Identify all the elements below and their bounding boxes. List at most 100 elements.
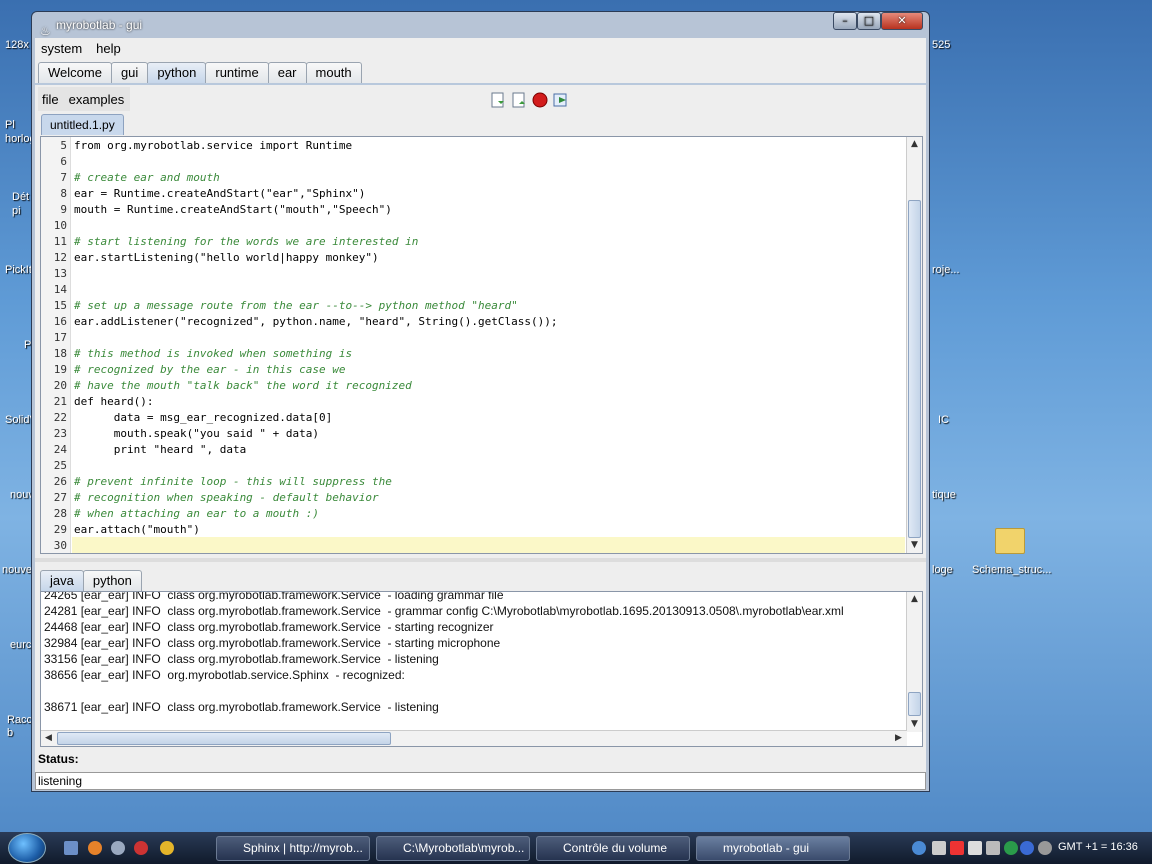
log-vertical-scrollbar[interactable]: ▲ ▼ (906, 592, 922, 732)
scroll-up-icon[interactable]: ▲ (907, 592, 922, 607)
tab-mouth[interactable]: mouth (305, 62, 362, 83)
code-editor[interactable]: 5 6 7 8 9 10 11 12 13 14 15 16 17 18 19 20 21 22 23 24 25 26 2… (40, 136, 923, 554)
code-line: # have the mouth "talk back" the word it… (74, 379, 412, 392)
status-value: listening (35, 772, 926, 790)
desktop-label[interactable]: IC (938, 414, 949, 426)
app-icon[interactable] (134, 841, 148, 855)
stop-icon[interactable] (532, 92, 548, 108)
desktop-label[interactable]: Racc b (7, 714, 32, 740)
title-bar[interactable]: ♨ myrobotlab - gui – □ ✕ (32, 12, 929, 38)
taskbar-item-chrome[interactable]: Sphinx | http://myrob... (216, 836, 370, 861)
menu-file[interactable]: file (42, 92, 59, 107)
app-window: ♨ myrobotlab - gui – □ ✕ system help Wel… (31, 11, 930, 792)
line-number: 5 (60, 139, 67, 152)
chrome-icon[interactable] (160, 841, 174, 855)
scroll-thumb[interactable] (908, 200, 921, 538)
line-number: 18 (53, 347, 67, 360)
desktop-label[interactable]: Pl horloge (5, 118, 42, 146)
tab-ear[interactable]: ear (267, 62, 307, 83)
line-number: 8 (60, 187, 67, 200)
tab-welcome[interactable]: Welcome (38, 62, 112, 83)
line-number: 17 (53, 331, 67, 344)
minimize-button[interactable]: – (833, 12, 857, 30)
window-title: myrobotlab - gui (56, 18, 143, 32)
log-horizontal-scrollbar[interactable]: ◀ ▶ (41, 730, 907, 746)
log-line: 24265 [ear_ear] INFO class org.myrobotla… (44, 591, 504, 602)
desktop-label[interactable]: loge (932, 564, 953, 576)
log-console[interactable]: 24265 [ear_ear] INFO class org.myrobotla… (40, 591, 923, 747)
scroll-up-icon[interactable]: ▲ (907, 137, 922, 152)
console-tabs: java python (40, 570, 142, 591)
tray-icon[interactable] (950, 841, 964, 855)
line-number: 24 (53, 443, 67, 456)
tray-icon[interactable] (912, 841, 926, 855)
line-number: 23 (53, 427, 67, 440)
tab-gui[interactable]: gui (110, 62, 149, 83)
desktop-label[interactable]: roje... (932, 264, 960, 276)
taskbar-item-explorer[interactable]: C:\Myrobotlab\myrob... (376, 836, 530, 861)
folder-icon[interactable] (995, 528, 1025, 554)
desktop-folder-label[interactable]: Schema_struc... (972, 564, 1051, 576)
tab-java-console[interactable]: java (40, 570, 84, 591)
tray-icon[interactable] (1004, 841, 1018, 855)
desktop-label[interactable]: Dét pi (12, 190, 32, 218)
new-file-icon[interactable] (490, 92, 506, 108)
line-number: 11 (53, 235, 67, 248)
tab-underline (35, 83, 926, 85)
taskbar-item-volume[interactable]: Contrôle du volume (536, 836, 690, 861)
close-button[interactable]: ✕ (881, 12, 923, 30)
desktop-label[interactable]: eurc (10, 639, 31, 651)
line-number: 21 (53, 395, 67, 408)
scroll-right-icon[interactable]: ▶ (891, 731, 906, 746)
split-divider[interactable] (35, 558, 926, 562)
taskbar-item-myrobotlab[interactable]: myrobotlab - gui (696, 836, 850, 861)
line-number: 9 (60, 203, 67, 216)
desktop-label[interactable]: 128x (5, 39, 29, 51)
log-line: 33156 [ear_ear] INFO class org.myrobotla… (44, 652, 439, 666)
desktop-label[interactable]: PickIt (5, 264, 32, 276)
menu-help[interactable]: help (96, 41, 121, 56)
scroll-left-icon[interactable]: ◀ (41, 731, 56, 746)
network-icon[interactable] (1038, 841, 1052, 855)
tray-icon[interactable] (932, 841, 946, 855)
bluetooth-icon[interactable] (1020, 841, 1034, 855)
show-desktop-icon[interactable] (64, 841, 78, 855)
code-line: ear.startListening("hello world|happy mo… (74, 251, 379, 264)
line-gutter: 5 6 7 8 9 10 11 12 13 14 15 16 17 18 19 20 21 22 23 24 25 26 2… (41, 137, 71, 553)
line-number: 10 (53, 219, 67, 232)
menu-examples[interactable]: examples (69, 92, 125, 107)
scroll-down-icon[interactable]: ▼ (907, 717, 922, 732)
tab-runtime[interactable]: runtime (205, 62, 269, 83)
line-number: 14 (53, 283, 67, 296)
menu-system[interactable]: system (41, 41, 82, 56)
line-number: 29 (53, 523, 67, 536)
menu-bar: system help (35, 38, 926, 59)
run-icon[interactable] (553, 92, 569, 108)
volume-icon[interactable] (968, 841, 982, 855)
scroll-thumb[interactable] (908, 692, 921, 716)
desktop-label[interactable]: tique (932, 489, 956, 501)
code-line: # recognized by the ear - in this case w… (74, 363, 346, 376)
line-number: 26 (53, 475, 67, 488)
code-line: # this method is invoked when something … (74, 347, 353, 360)
tab-python[interactable]: python (147, 62, 207, 83)
file-tab[interactable]: untitled.1.py (41, 114, 124, 135)
open-file-icon[interactable] (511, 92, 527, 108)
current-line-highlight (72, 537, 905, 553)
desktop-label[interactable]: nouve (2, 564, 32, 576)
tab-python-console[interactable]: python (82, 570, 142, 591)
code-line: # recognition when speaking - default be… (74, 491, 379, 504)
log-line: 32984 [ear_ear] INFO class org.myrobotla… (44, 636, 501, 650)
clock[interactable]: GMT +1 = 16:36 (1058, 841, 1138, 853)
app-icon[interactable] (111, 841, 125, 855)
firefox-icon[interactable] (88, 841, 102, 855)
log-line: 24281 [ear_ear] INFO class org.myrobotla… (44, 604, 844, 618)
tray-icon[interactable] (986, 841, 1000, 855)
scroll-thumb[interactable] (57, 732, 391, 745)
start-button[interactable] (8, 833, 46, 863)
scroll-down-icon[interactable]: ▼ (907, 538, 922, 553)
desktop-label[interactable]: 525 (932, 39, 950, 51)
editor-vertical-scrollbar[interactable]: ▲ ▼ (906, 137, 922, 553)
code-line: from org.myrobotlab.service import Runti… (74, 139, 353, 152)
maximize-button[interactable]: □ (857, 12, 881, 30)
